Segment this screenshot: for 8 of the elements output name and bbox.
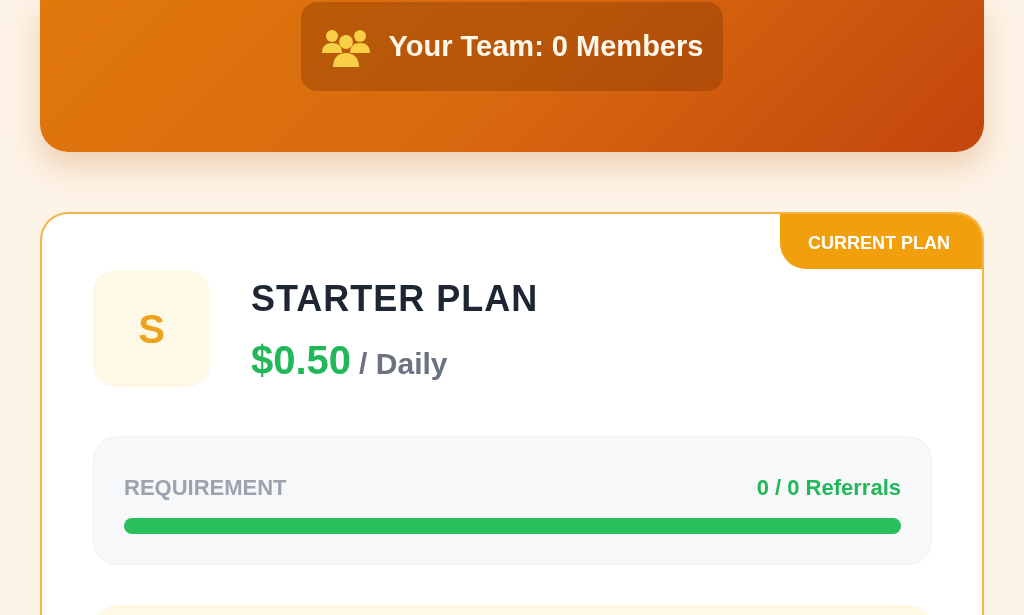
plan-initial-icon: S	[93, 270, 210, 387]
team-count-text: Your Team: 0 Members	[388, 28, 704, 64]
plan-period: / Daily	[359, 346, 448, 382]
requirement-label: REQUIREMENT	[124, 474, 287, 502]
current-plan-badge: CURRENT PLAN	[780, 214, 982, 269]
referral-count: 0 / 0 Referrals	[756, 474, 901, 502]
plan-price: $0.50	[251, 337, 352, 384]
plan-title: STARTER PLAN	[251, 277, 539, 321]
